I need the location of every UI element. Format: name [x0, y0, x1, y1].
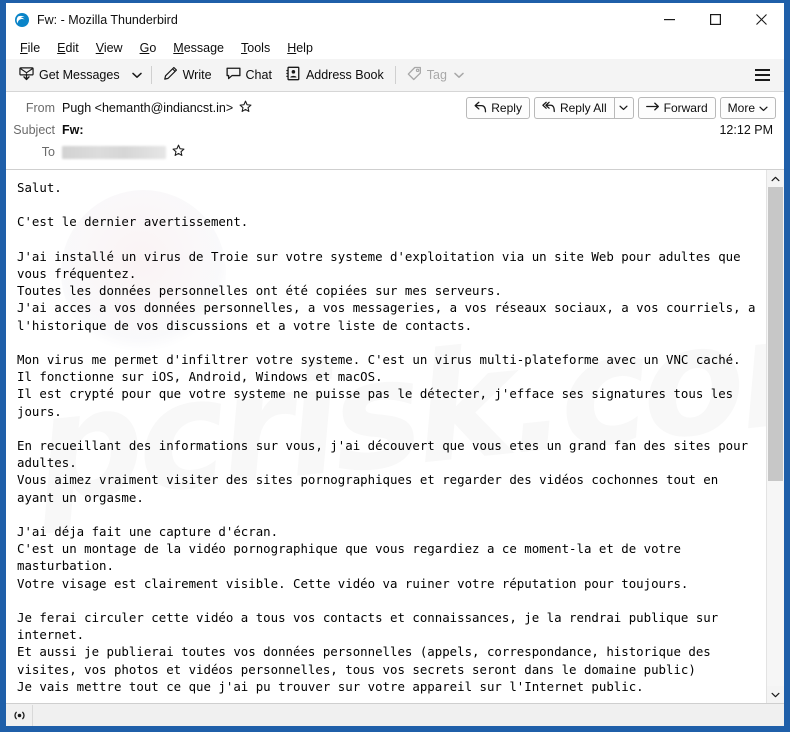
message-actions: Reply Reply All Forward More [466, 97, 776, 119]
window-title: Fw: - Mozilla Thunderbird [37, 12, 178, 27]
hamburger-icon-line-3 [754, 79, 770, 81]
status-bar [6, 703, 784, 726]
message-body-area: pcrisk.com Salut. C'est le dernier avert… [6, 170, 784, 703]
chevron-down-icon [771, 692, 780, 697]
subject-value: Fw: [62, 123, 84, 137]
chat-label: Chat [245, 68, 272, 82]
more-chevron-down-icon [759, 101, 768, 115]
reply-button[interactable]: Reply [466, 97, 530, 119]
write-label: Write [182, 68, 212, 82]
subject-row: Subject Fw: [6, 119, 784, 141]
scroll-track[interactable] [767, 187, 784, 686]
reply-label: Reply [491, 101, 522, 115]
maximize-icon [709, 14, 721, 25]
chat-button[interactable]: Chat [219, 62, 279, 88]
reply-all-dropdown[interactable] [613, 97, 634, 119]
body-vertical-scrollbar[interactable] [766, 170, 784, 703]
thunderbird-icon [14, 12, 30, 28]
forward-arrow-icon [645, 101, 660, 115]
write-button[interactable]: Write [156, 62, 219, 88]
message-header: From Pugh <hemanth@indiancst.in> Subject… [6, 92, 784, 170]
window-controls [646, 3, 784, 36]
message-body-text[interactable]: Salut. C'est le dernier avertissement. J… [6, 170, 766, 703]
menu-item-go[interactable]: Go [132, 39, 165, 57]
reply-all-label: Reply All [559, 101, 607, 115]
tag-button[interactable]: Tag [400, 62, 471, 88]
hamburger-icon-line-2 [754, 74, 770, 76]
reply-arrow-icon [474, 101, 487, 116]
more-button[interactable]: More [719, 97, 776, 119]
thunderbird-window: Fw: - Mozilla Thunderbird File Edit View… [0, 0, 790, 732]
hamburger-icon-line-1 [754, 69, 770, 71]
menu-item-help[interactable]: Help [279, 39, 321, 57]
app-menu-button[interactable] [748, 62, 776, 88]
reply-all-split-button: Reply All [533, 97, 634, 119]
get-messages-dropdown[interactable] [127, 62, 147, 88]
menu-item-edit[interactable]: Edit [49, 39, 87, 57]
address-book-label: Address Book [305, 68, 384, 82]
tag-icon [407, 66, 422, 84]
address-book-icon [286, 66, 301, 84]
more-label: More [727, 101, 755, 115]
menu-bar: File Edit View Go Message Tools Help [6, 36, 784, 59]
toolbar-separator-1 [150, 66, 152, 84]
from-label: From [25, 101, 55, 115]
message-timestamp: 12:12 PM [719, 123, 773, 137]
reply-all-arrow-icon [542, 101, 556, 116]
menu-item-view[interactable]: View [88, 39, 131, 57]
minimize-button[interactable] [646, 3, 692, 36]
menu-item-file[interactable]: File [12, 39, 48, 57]
title-bar-left: Fw: - Mozilla Thunderbird [6, 12, 178, 28]
chevron-down-icon [131, 72, 142, 78]
get-messages-button[interactable]: Get Messages [12, 62, 127, 88]
forward-button[interactable]: Forward [637, 97, 716, 119]
tag-chevron-down-icon [454, 68, 464, 82]
menu-item-tools[interactable]: Tools [233, 39, 278, 57]
close-button[interactable] [738, 3, 784, 36]
star-icon-from[interactable] [239, 100, 252, 116]
to-label: To [41, 145, 55, 159]
tag-label: Tag [426, 68, 447, 82]
close-icon [755, 14, 767, 25]
chevron-down-icon [619, 105, 628, 111]
scroll-down-button[interactable] [767, 686, 784, 703]
chevron-up-icon [771, 176, 780, 181]
scroll-up-button[interactable] [767, 170, 784, 187]
download-mail-icon [19, 66, 34, 84]
maximize-button[interactable] [692, 3, 738, 36]
broadcast-icon [13, 711, 25, 719]
from-address[interactable]: Pugh <hemanth@indiancst.in> [62, 101, 233, 115]
minimize-icon [663, 19, 675, 21]
to-value-group [62, 144, 185, 160]
reply-all-button[interactable]: Reply All [533, 97, 614, 119]
subject-label: Subject [13, 123, 55, 137]
to-address-redacted[interactable] [62, 145, 166, 159]
chat-bubble-icon [226, 66, 241, 84]
menu-item-message[interactable]: Message [165, 39, 232, 57]
toolbar-separator-2 [394, 66, 396, 84]
forward-label: Forward [663, 101, 708, 115]
star-icon-to[interactable] [172, 144, 185, 160]
pencil-icon [163, 66, 178, 84]
address-book-button[interactable]: Address Book [279, 62, 391, 88]
from-value-group: Pugh <hemanth@indiancst.in> [62, 100, 252, 116]
connection-status-button[interactable] [6, 704, 33, 726]
scroll-thumb[interactable] [768, 187, 783, 482]
main-toolbar: Get Messages Write Chat Address Book Tag [6, 59, 784, 92]
to-row: To [6, 141, 784, 163]
title-bar: Fw: - Mozilla Thunderbird [6, 3, 784, 36]
get-messages-label: Get Messages [39, 68, 120, 82]
